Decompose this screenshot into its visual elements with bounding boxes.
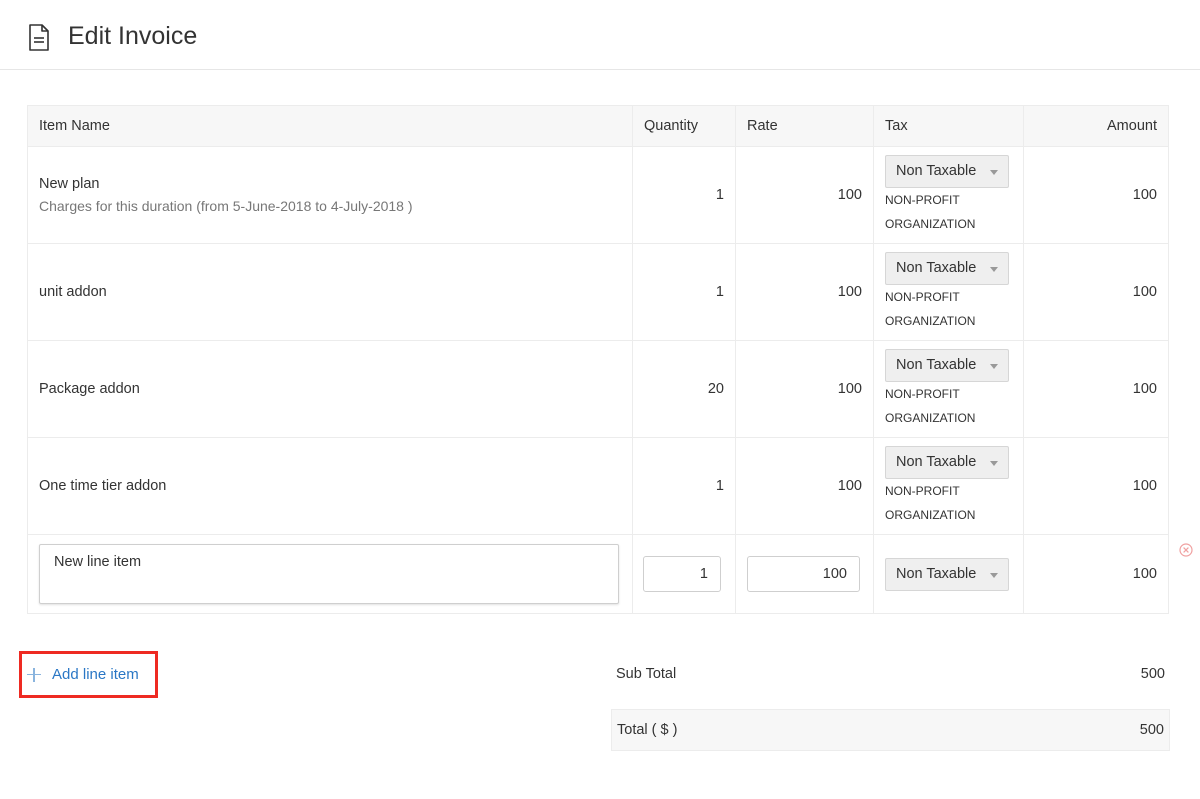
item-rate: 100 bbox=[735, 437, 874, 535]
item-name: Package addon bbox=[39, 381, 140, 397]
item-name: New plan bbox=[39, 176, 100, 192]
item-name-cell: Package addon bbox=[27, 340, 633, 438]
tax-exemption-line-2: ORGANIZATION bbox=[885, 507, 976, 522]
new-item-quantity-cell: 1 bbox=[632, 534, 736, 614]
item-amount: 100 bbox=[1023, 146, 1169, 244]
tax-exemption-line-2: ORGANIZATION bbox=[885, 216, 976, 231]
item-tax-cell: Non Taxable NON-PROFIT ORGANIZATION bbox=[873, 437, 1024, 535]
close-circle-icon[interactable] bbox=[1179, 543, 1193, 557]
item-quantity: 20 bbox=[632, 340, 736, 438]
item-name: unit addon bbox=[39, 284, 107, 300]
plus-icon bbox=[27, 667, 41, 682]
line-items-table: Item Name Quantity Rate Tax Amount New p… bbox=[27, 105, 1169, 614]
tax-dropdown-value: Non Taxable bbox=[896, 566, 977, 582]
item-amount: 100 bbox=[1023, 340, 1169, 438]
caret-down-icon bbox=[990, 461, 998, 466]
tax-dropdown[interactable]: Non Taxable bbox=[885, 557, 1009, 591]
tax-dropdown[interactable]: Non Taxable bbox=[885, 251, 1009, 285]
page-header: Edit Invoice bbox=[0, 0, 1200, 70]
item-amount: 100 bbox=[1023, 534, 1169, 614]
new-item-name-cell: New line item bbox=[27, 534, 633, 614]
tax-exemption-line-1: NON-PROFIT bbox=[885, 483, 960, 498]
tax-dropdown-value: Non Taxable bbox=[896, 260, 977, 276]
add-line-item-button[interactable]: Add line item bbox=[19, 651, 158, 698]
tax-dropdown[interactable]: Non Taxable bbox=[885, 445, 1009, 479]
total-value: 500 bbox=[1139, 722, 1164, 738]
rate-input[interactable]: 100 bbox=[747, 556, 860, 592]
caret-down-icon bbox=[990, 573, 998, 578]
item-name: One time tier addon bbox=[39, 478, 167, 494]
item-tax-cell: Non Taxable NON-PROFIT ORGANIZATION bbox=[873, 340, 1024, 438]
tax-dropdown-value: Non Taxable bbox=[896, 163, 977, 179]
tax-dropdown[interactable]: Non Taxable bbox=[885, 154, 1009, 188]
caret-down-icon bbox=[990, 170, 998, 175]
document-icon bbox=[29, 24, 49, 51]
table-row: unit addon 1 100 Non Taxable NON-PROFIT … bbox=[27, 243, 1169, 341]
new-line-item-row: New line item 1 100 Non Taxable 100 bbox=[27, 534, 1169, 614]
total-label: Total ( $ ) bbox=[617, 722, 678, 738]
new-item-rate-cell: 100 bbox=[735, 534, 874, 614]
subtotal-label: Sub Total bbox=[616, 666, 677, 682]
tax-exemption-line-1: NON-PROFIT bbox=[885, 386, 960, 401]
item-rate: 100 bbox=[735, 146, 874, 244]
caret-down-icon bbox=[990, 364, 998, 369]
caret-down-icon bbox=[990, 267, 998, 272]
item-name-cell: New plan Charges for this duration (from… bbox=[27, 146, 633, 244]
column-tax: Tax bbox=[873, 105, 1024, 147]
subtotal-value: 500 bbox=[1140, 666, 1165, 682]
column-rate: Rate bbox=[735, 105, 874, 147]
tax-exemption-line-1: NON-PROFIT bbox=[885, 192, 960, 207]
item-amount: 100 bbox=[1023, 243, 1169, 341]
total-row: Total ( $ ) 500 bbox=[611, 709, 1170, 751]
add-line-item-label: Add line item bbox=[52, 666, 139, 683]
tax-exemption-line-2: ORGANIZATION bbox=[885, 410, 976, 425]
item-rate: 100 bbox=[735, 243, 874, 341]
item-description: Charges for this duration (from 5-June-2… bbox=[39, 198, 413, 214]
column-amount: Amount bbox=[1023, 105, 1169, 147]
item-name-cell: One time tier addon bbox=[27, 437, 633, 535]
quantity-input[interactable]: 1 bbox=[643, 556, 721, 592]
table-header-row: Item Name Quantity Rate Tax Amount bbox=[27, 105, 1169, 147]
tax-dropdown-value: Non Taxable bbox=[896, 454, 977, 470]
tax-dropdown[interactable]: Non Taxable bbox=[885, 348, 1009, 382]
table-row: Package addon 20 100 Non Taxable NON-PRO… bbox=[27, 340, 1169, 438]
item-name-input[interactable]: New line item bbox=[39, 544, 619, 604]
column-quantity: Quantity bbox=[632, 105, 736, 147]
item-quantity: 1 bbox=[632, 146, 736, 244]
item-quantity: 1 bbox=[632, 243, 736, 341]
totals-section: Sub Total 500 Total ( $ ) 500 bbox=[611, 655, 1170, 751]
subtotal-row: Sub Total 500 bbox=[611, 655, 1170, 693]
table-row: New plan Charges for this duration (from… bbox=[27, 146, 1169, 244]
item-tax-cell: Non Taxable NON-PROFIT ORGANIZATION bbox=[873, 243, 1024, 341]
page-title: Edit Invoice bbox=[68, 22, 198, 50]
column-item-name: Item Name bbox=[27, 105, 633, 147]
tax-exemption-line-1: NON-PROFIT bbox=[885, 289, 960, 304]
new-item-tax-cell: Non Taxable bbox=[873, 534, 1024, 614]
item-tax-cell: Non Taxable NON-PROFIT ORGANIZATION bbox=[873, 146, 1024, 244]
item-rate: 100 bbox=[735, 340, 874, 438]
tax-exemption-line-2: ORGANIZATION bbox=[885, 313, 976, 328]
item-name-cell: unit addon bbox=[27, 243, 633, 341]
tax-dropdown-value: Non Taxable bbox=[896, 357, 977, 373]
item-amount: 100 bbox=[1023, 437, 1169, 535]
table-row: One time tier addon 1 100 Non Taxable NO… bbox=[27, 437, 1169, 535]
item-quantity: 1 bbox=[632, 437, 736, 535]
